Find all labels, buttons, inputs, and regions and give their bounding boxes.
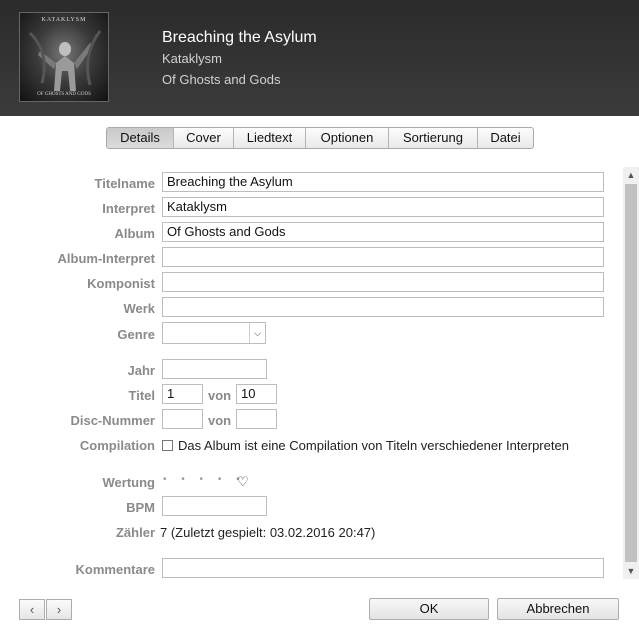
album-input[interactable]: Of Ghosts and Gods	[162, 222, 604, 242]
rating-label: Wertung	[102, 475, 155, 490]
disc-number-input[interactable]	[162, 409, 203, 429]
compilation-label: Compilation	[79, 438, 155, 453]
heart-icon[interactable]: ♡	[237, 474, 249, 490]
comments-label: Kommentare	[75, 562, 155, 577]
album-label: Album	[114, 226, 155, 241]
cancel-button[interactable]: Abbrechen	[497, 598, 619, 620]
title-input[interactable]: Breaching the Asylum	[162, 172, 604, 192]
title-label: Titelname	[94, 176, 155, 191]
bpm-label: BPM	[126, 500, 155, 515]
header: KATAKLYSM OF GHOSTS AND GODS Breaching t…	[0, 0, 639, 116]
tab-lyrics[interactable]: Liedtext	[233, 128, 305, 148]
tab-bar: Details Cover Liedtext Optionen Sortieru…	[106, 127, 534, 149]
disc-total-input[interactable]	[236, 409, 277, 429]
tab-cover[interactable]: Cover	[173, 128, 233, 148]
track-total-input[interactable]: 10	[236, 384, 277, 404]
disc-of-label: von	[208, 413, 232, 428]
song-artist: Kataklysm	[162, 51, 222, 66]
genre-label: Genre	[117, 327, 155, 342]
ok-button[interactable]: OK	[369, 598, 489, 620]
plays-value: 7 (Zuletzt gespielt: 03.02.2016 20:47)	[160, 525, 376, 540]
composer-label: Komponist	[87, 276, 155, 291]
song-album: Of Ghosts and Gods	[162, 72, 281, 87]
track-number-input[interactable]: 1	[162, 384, 203, 404]
year-label: Jahr	[127, 363, 155, 378]
album-artist-input[interactable]	[162, 247, 604, 267]
track-of-label: von	[208, 388, 232, 403]
disc-label: Disc-Nummer	[70, 413, 155, 428]
composer-input[interactable]	[162, 272, 604, 292]
artwork-band-text: KATAKLYSM	[41, 17, 87, 23]
track-label: Titel	[128, 388, 156, 403]
year-input[interactable]	[162, 359, 267, 379]
scroll-down-icon[interactable]: ▼	[623, 563, 639, 579]
rating-stars[interactable]: • • • • •	[163, 474, 246, 485]
tab-sorting[interactable]: Sortierung	[388, 128, 477, 148]
work-label: Werk	[123, 301, 155, 316]
scroll-up-icon[interactable]: ▲	[623, 167, 639, 183]
compilation-checkbox[interactable]	[162, 440, 173, 451]
genre-select[interactable]: ⌵	[162, 322, 266, 344]
comments-input[interactable]	[162, 558, 604, 578]
next-button[interactable]: ›	[46, 599, 72, 620]
work-input[interactable]	[162, 297, 604, 317]
scrollbar-thumb[interactable]	[625, 184, 637, 562]
artist-label: Interpret	[102, 201, 155, 216]
tab-details[interactable]: Details	[107, 128, 173, 148]
tab-file[interactable]: Datei	[477, 128, 533, 148]
album-artwork: KATAKLYSM OF GHOSTS AND GODS	[19, 12, 109, 102]
artist-input[interactable]: Kataklysm	[162, 197, 604, 217]
album-artist-label: Album-Interpret	[57, 251, 156, 266]
scrollbar[interactable]: ▲ ▼	[623, 167, 639, 579]
plays-label: Zähler	[115, 525, 155, 540]
chevron-down-icon[interactable]: ⌵	[249, 323, 265, 343]
song-title: Breaching the Asylum	[162, 29, 317, 46]
tab-options[interactable]: Optionen	[305, 128, 388, 148]
compilation-text: Das Album ist eine Compilation von Titel…	[178, 438, 569, 453]
artwork-album-text: OF GHOSTS AND GODS	[37, 92, 91, 97]
bpm-input[interactable]	[162, 496, 267, 516]
previous-button[interactable]: ‹	[19, 599, 45, 620]
artwork-figure	[28, 30, 102, 91]
